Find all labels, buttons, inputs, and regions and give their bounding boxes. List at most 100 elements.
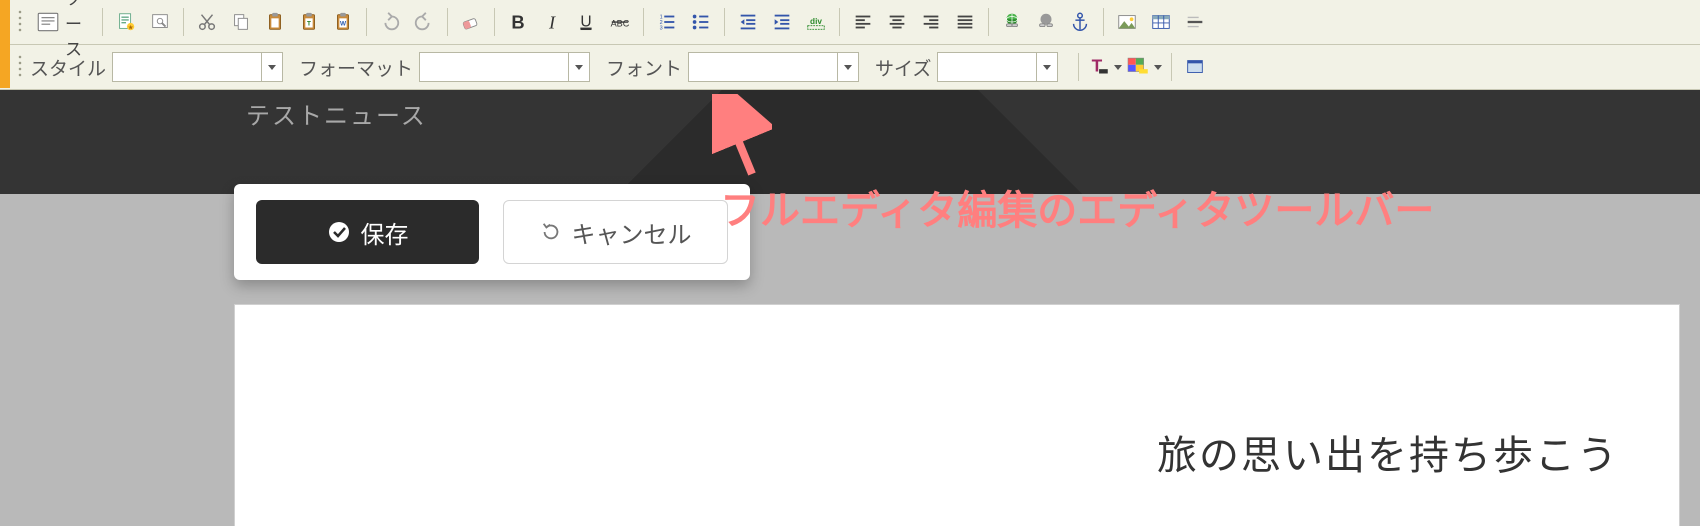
copy-button[interactable]	[225, 6, 257, 38]
align-left-button[interactable]	[847, 6, 879, 38]
toolbar-row-1: ソース ★ T W B I U ABC 123 div	[0, 0, 1700, 45]
unordered-list-button[interactable]	[685, 6, 717, 38]
chevron-down-icon	[843, 62, 853, 72]
editor-toolbar: ソース ★ T W B I U ABC 123 div	[0, 0, 1700, 90]
separator	[183, 8, 184, 36]
svg-text:div: div	[810, 17, 822, 26]
font-value	[689, 53, 837, 81]
format-combo[interactable]	[419, 52, 590, 82]
undo-button[interactable]	[374, 6, 406, 38]
style-dropdown[interactable]	[261, 53, 282, 81]
editor-area: 保存 キャンセル 旅の思い出を持ち歩こう	[0, 194, 1700, 526]
save-label: 保存	[361, 215, 409, 250]
annotation-arrow-icon	[712, 94, 772, 184]
align-center-button[interactable]	[881, 6, 913, 38]
separator	[839, 8, 840, 36]
align-center-icon	[886, 11, 908, 33]
content-headline[interactable]: 旅の思い出を持ち歩こう	[1157, 423, 1619, 481]
toolbar-grip[interactable]	[18, 8, 24, 36]
redo-button[interactable]	[408, 6, 440, 38]
chevron-down-icon	[267, 62, 277, 72]
paste-word-button[interactable]: W	[327, 6, 359, 38]
cut-button[interactable]	[191, 6, 223, 38]
remove-format-button[interactable]	[455, 6, 487, 38]
bg-color-button[interactable]	[1125, 54, 1165, 80]
align-right-icon	[920, 11, 942, 33]
content-canvas[interactable]: 旅の思い出を持ち歩こう	[234, 304, 1680, 526]
eraser-icon	[460, 11, 482, 33]
action-panel: 保存 キャンセル	[234, 184, 750, 280]
align-right-button[interactable]	[915, 6, 947, 38]
preview-button[interactable]	[144, 6, 176, 38]
chevron-down-icon	[574, 62, 584, 72]
toolbar-grip[interactable]	[18, 53, 24, 81]
align-justify-button[interactable]	[949, 6, 981, 38]
save-button[interactable]: 保存	[256, 200, 479, 264]
redo-icon	[413, 11, 435, 33]
new-page-button[interactable]: ★	[110, 6, 142, 38]
underline-button[interactable]: U	[570, 6, 602, 38]
maximize-button[interactable]	[1179, 51, 1211, 83]
svg-text:T: T	[307, 21, 311, 28]
paste-text-button[interactable]: T	[293, 6, 325, 38]
svg-text:★: ★	[128, 24, 134, 31]
div-button[interactable]: div	[800, 6, 832, 38]
font-label: フォント	[606, 54, 682, 81]
svg-text:I: I	[548, 12, 556, 32]
font-combo[interactable]	[688, 52, 859, 82]
italic-button[interactable]: I	[536, 6, 568, 38]
style-combo[interactable]	[112, 52, 283, 82]
table-button[interactable]	[1145, 6, 1177, 38]
image-button[interactable]	[1111, 6, 1143, 38]
cancel-button[interactable]: キャンセル	[503, 200, 728, 264]
preview-icon	[149, 11, 171, 33]
bg-color-icon	[1125, 54, 1151, 80]
anchor-icon	[1069, 11, 1091, 33]
svg-text:3: 3	[660, 25, 663, 31]
unordered-list-icon	[690, 11, 712, 33]
svg-text:U: U	[581, 14, 592, 31]
link-button[interactable]	[996, 6, 1028, 38]
hr-icon	[1184, 11, 1206, 33]
text-color-dropdown[interactable]	[1111, 54, 1125, 80]
ordered-list-button[interactable]: 123	[651, 6, 683, 38]
image-icon	[1116, 11, 1138, 33]
text-color-button[interactable]: T	[1085, 54, 1125, 80]
strike-button[interactable]: ABC	[604, 6, 636, 38]
separator	[1103, 8, 1104, 36]
italic-icon: I	[541, 11, 563, 33]
separator	[724, 8, 725, 36]
format-dropdown[interactable]	[568, 53, 589, 81]
toolbar-row-2: スタイル フォーマット フォント サイズ T	[0, 45, 1700, 90]
hr-button[interactable]	[1179, 6, 1211, 38]
size-value	[938, 53, 1036, 81]
outdent-button[interactable]	[732, 6, 764, 38]
size-combo[interactable]	[937, 52, 1058, 82]
separator	[494, 8, 495, 36]
source-button[interactable]: ソース	[28, 6, 96, 38]
svg-text:ABC: ABC	[611, 19, 630, 29]
copy-icon	[230, 11, 252, 33]
chevron-down-icon	[1042, 62, 1052, 72]
anchor-button[interactable]	[1064, 6, 1096, 38]
new-page-icon: ★	[115, 11, 137, 33]
unlink-button[interactable]	[1030, 6, 1062, 38]
cancel-label: キャンセル	[572, 215, 692, 250]
bold-button[interactable]: B	[502, 6, 534, 38]
size-label: サイズ	[875, 54, 931, 81]
bg-color-dropdown[interactable]	[1151, 54, 1165, 80]
format-label: フォーマット	[299, 54, 413, 81]
separator	[366, 8, 367, 36]
indent-button[interactable]	[766, 6, 798, 38]
clipboard-icon	[264, 11, 286, 33]
style-label: スタイル	[30, 54, 106, 81]
format-value	[420, 53, 568, 81]
paste-button[interactable]	[259, 6, 291, 38]
annotation-text: フルエディタ編集のエディタツールバー	[720, 178, 1434, 236]
separator	[102, 8, 103, 36]
table-icon	[1150, 11, 1172, 33]
align-justify-icon	[954, 11, 976, 33]
font-dropdown[interactable]	[837, 53, 858, 81]
size-dropdown[interactable]	[1036, 53, 1057, 81]
separator	[1171, 53, 1172, 81]
